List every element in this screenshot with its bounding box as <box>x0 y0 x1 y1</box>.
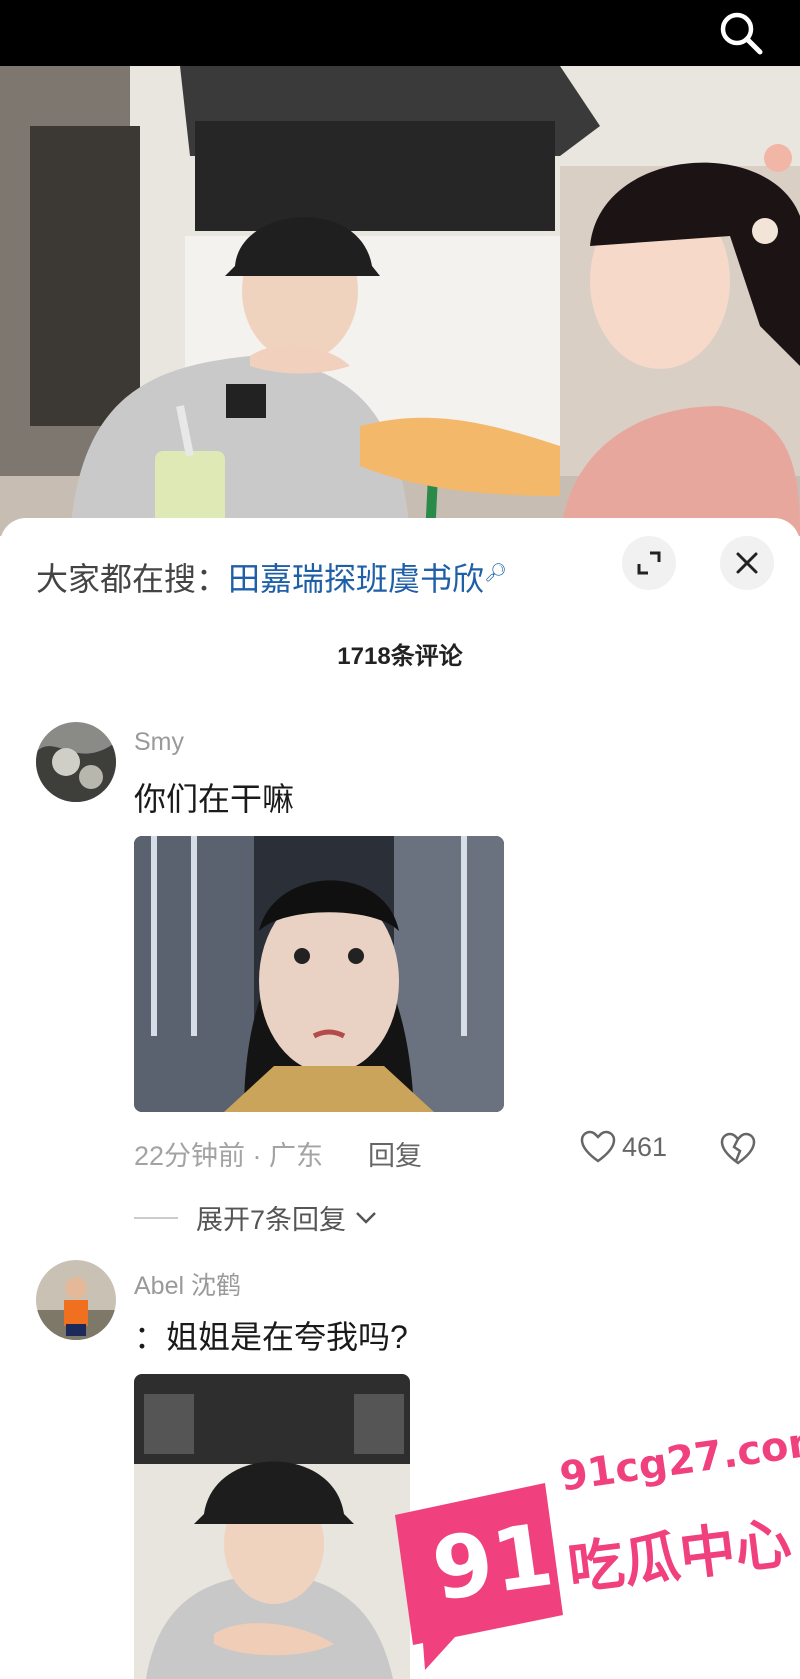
dislike-button[interactable] <box>720 1132 756 1171</box>
comment-count: 1718条评论 <box>337 643 463 670</box>
comment-image[interactable] <box>134 1374 410 1679</box>
expand-icon <box>637 551 661 575</box>
comment-time-location: 22分钟前 · 广东 <box>134 1141 324 1171</box>
search-small-icon: 🔎︎ <box>484 562 507 583</box>
close-button[interactable] <box>720 536 774 590</box>
heart-icon <box>580 1130 616 1163</box>
search-icon[interactable] <box>716 8 766 58</box>
like-count: 461 <box>622 1131 668 1162</box>
reply-button[interactable]: 回复 <box>368 1134 422 1173</box>
comment-username[interactable]: Abel 沈鹤 <box>134 1266 241 1302</box>
site-watermark: 91 91cg27.com 吃瓜中心 <box>385 1417 800 1675</box>
avatar[interactable] <box>36 722 116 802</box>
comment-text: 你们在干嘛 <box>134 781 295 817</box>
expand-button[interactable] <box>622 536 676 590</box>
comment-username[interactable]: Smy <box>134 728 184 757</box>
expand-replies-label: 展开7条回复 <box>196 1205 347 1235</box>
comment-image[interactable] <box>134 836 504 1112</box>
chevron-down-icon <box>356 1211 376 1224</box>
search-hint-label: 大家都在搜： <box>36 561 229 597</box>
watermark-name: 吃瓜中心 <box>564 1510 795 1601</box>
search-hint-term[interactable]: 田嘉瑞探班虞书欣 <box>228 561 484 597</box>
watermark-logo-number: 91 <box>426 1505 560 1621</box>
comment-item: Smy 你们在干嘛 22分钟前 · 广东 回复 461 展开7条回复 <box>0 722 800 1242</box>
trending-search-hint[interactable]: 大家都在搜：田嘉瑞探班虞书欣🔎︎ <box>36 554 507 600</box>
expand-replies-button[interactable]: 展开7条回复 <box>134 1198 378 1237</box>
avatar[interactable] <box>36 1260 116 1340</box>
close-icon <box>736 552 758 574</box>
broken-heart-icon <box>720 1132 756 1165</box>
like-button[interactable]: 461 <box>580 1130 667 1164</box>
video-player[interactable] <box>0 66 800 536</box>
comment-text: ：姐姐是在夸我吗? <box>134 1319 408 1355</box>
divider <box>134 1216 178 1219</box>
top-bar <box>0 0 800 66</box>
